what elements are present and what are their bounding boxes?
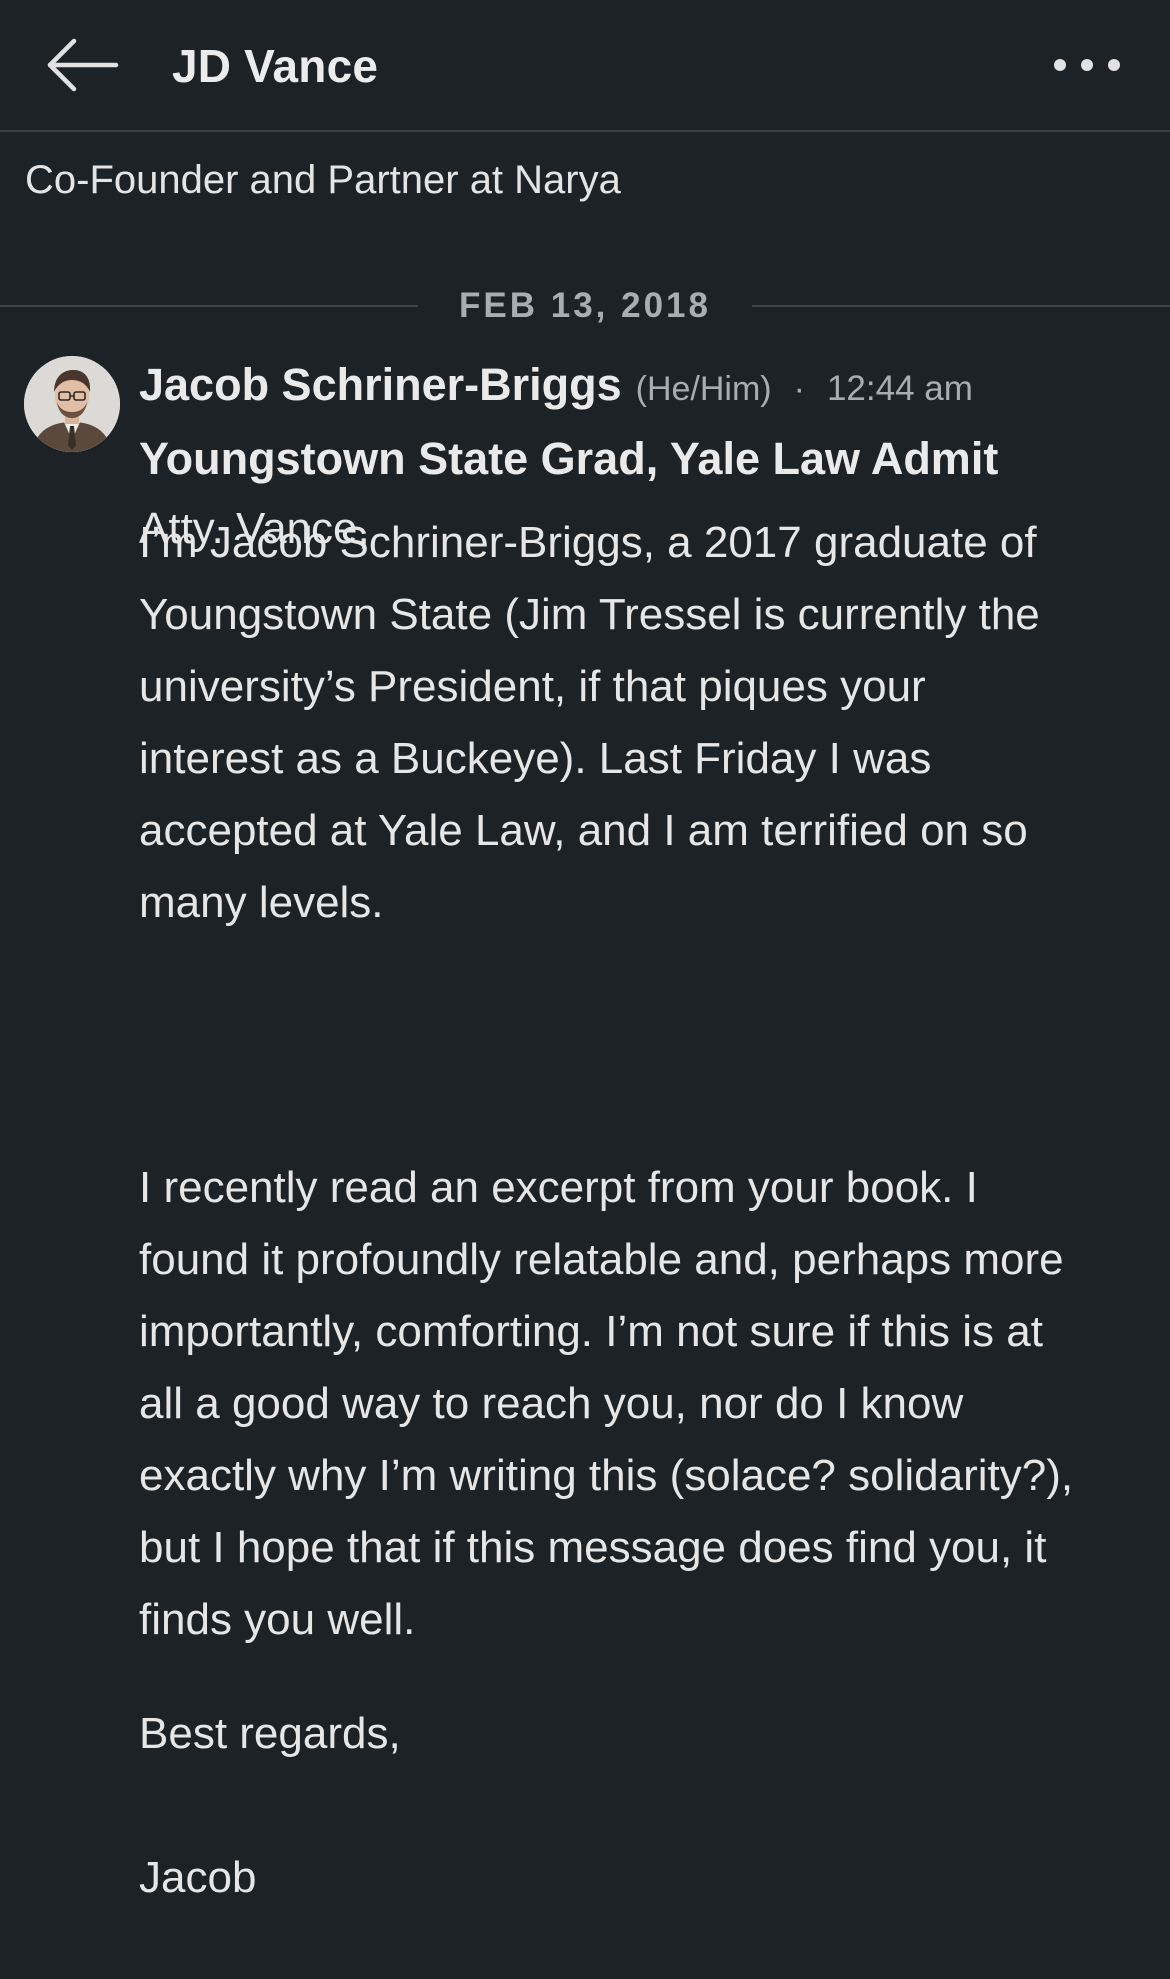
profile-photo-icon — [24, 356, 120, 452]
arrow-left-icon — [47, 38, 119, 92]
more-options-button[interactable] — [1052, 50, 1122, 80]
date-label: FEB 13, 2018 — [459, 286, 711, 325]
message-paragraph: I’m Jacob Schriner-Briggs, a 2017 gradua… — [139, 518, 1040, 927]
divider-line — [752, 305, 1170, 307]
meta-separator: · — [793, 370, 805, 408]
more-horizontal-icon — [1054, 59, 1120, 71]
message-signature: Jacob — [139, 1853, 257, 1902]
conversation-header: JD Vance — [0, 0, 1170, 132]
divider-line — [0, 305, 418, 307]
sender-name[interactable]: Jacob Schriner-Briggs — [139, 356, 622, 414]
message-timestamp: 12:44 am — [826, 369, 973, 408]
avatar[interactable] — [24, 356, 120, 452]
profile-headline: Co-Founder and Partner at Narya — [25, 158, 621, 202]
date-divider: FEB 13, 2018 — [0, 286, 1170, 326]
sender-pronouns: (He/Him) — [635, 370, 772, 408]
message-paragraph: I recently read an excerpt from your boo… — [139, 1163, 1074, 1644]
message-closing: Best regards, — [139, 1709, 401, 1758]
message-meta: Jacob Schriner-Briggs (He/Him) · 12:44 a… — [139, 356, 973, 414]
message-subject: Youngstown State Grad, Yale Law Admit — [139, 433, 999, 484]
conversation-title: JD Vance — [172, 40, 379, 92]
back-button[interactable] — [44, 34, 120, 96]
